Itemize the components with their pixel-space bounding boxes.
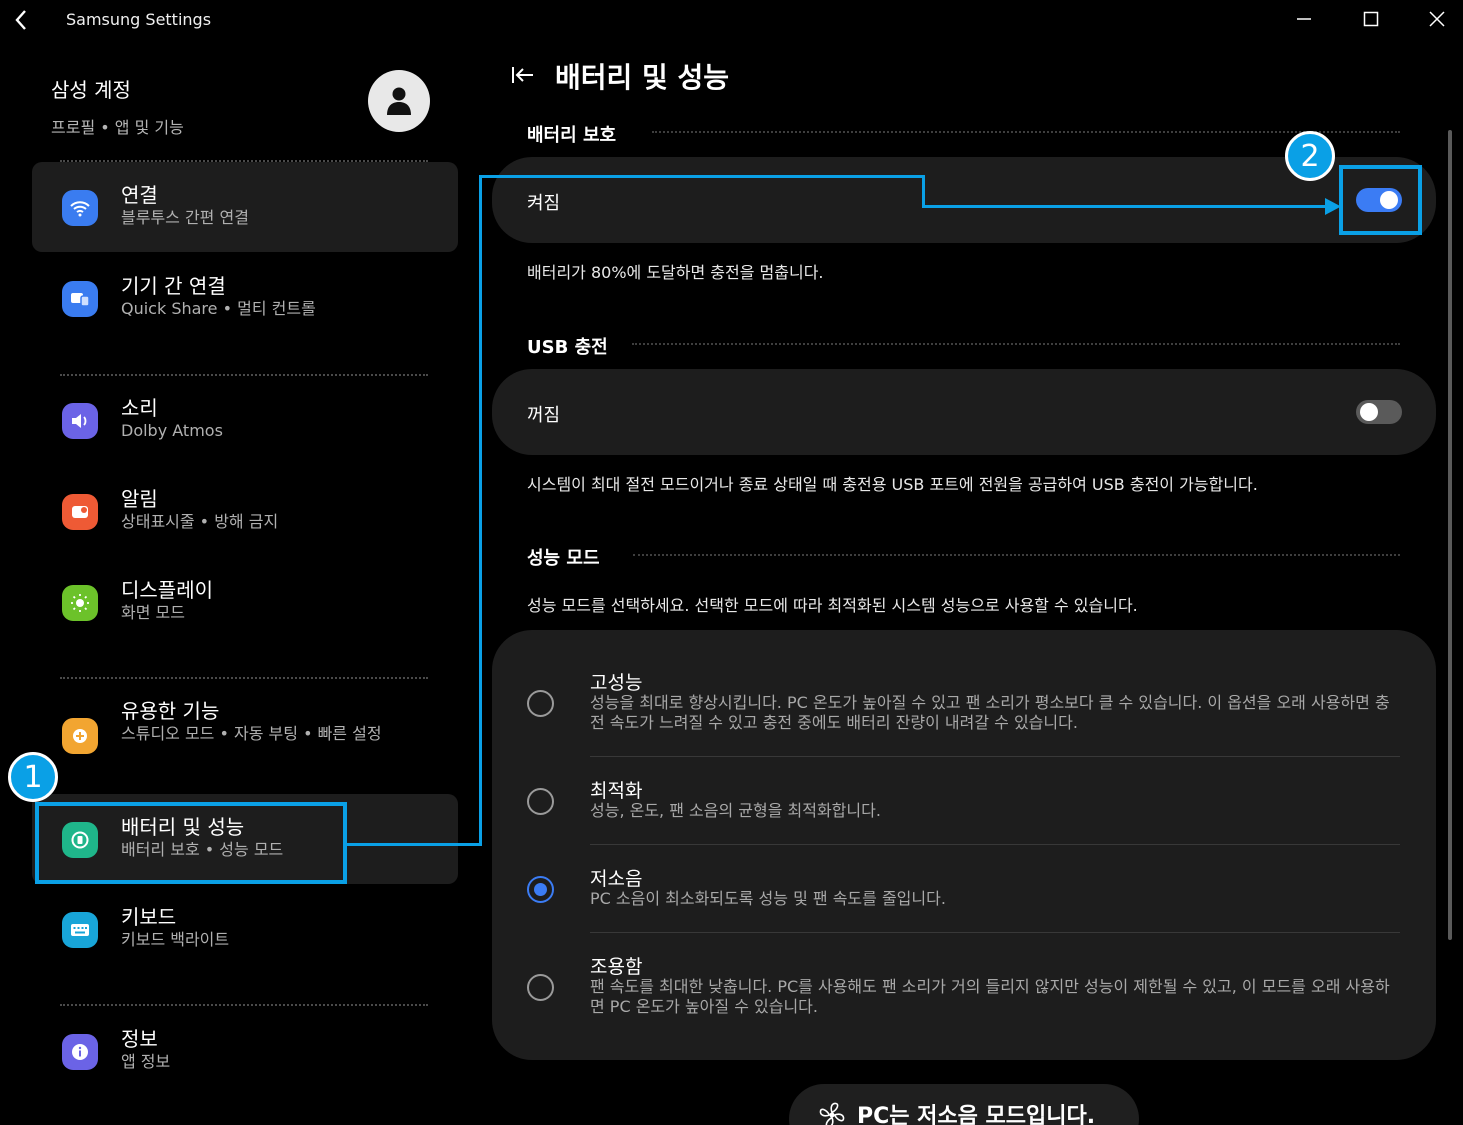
account-subtitle: 프로필 • 앱 및 기능 (51, 118, 184, 137)
usb-charging-toggle[interactable] (1356, 400, 1402, 424)
sidebar-item-label: 기기 간 연결 (121, 274, 226, 298)
gear-plus-icon (62, 718, 98, 754)
title-bar: Samsung Settings (0, 0, 1463, 42)
minimize-button[interactable] (1284, 4, 1324, 34)
mode-option-silent[interactable]: 조용함 팬 속도를 최대한 낮춥니다. PC를 사용해도 팬 소리가 거의 들리… (492, 933, 1436, 1048)
mode-radio[interactable] (527, 690, 554, 717)
close-button[interactable] (1417, 4, 1457, 34)
sidebar-item-sub: Dolby Atmos (121, 421, 223, 440)
battery-protection-status: 켜짐 (527, 193, 561, 214)
mode-radio[interactable] (527, 974, 554, 1001)
fan-icon (819, 1102, 845, 1125)
sidebar-item-sub: 스튜디오 모드 • 자동 부팅 • 빠른 설정 (121, 724, 382, 743)
sidebar-item-useful-features[interactable]: 유용한 기능 스튜디오 모드 • 자동 부팅 • 빠른 설정 (32, 678, 458, 768)
mode-description: 성능, 온도, 팬 소음의 균형을 최적화합니다. (590, 801, 881, 820)
sidebar-item-label: 정보 (121, 1027, 158, 1051)
sidebar-item-sub: 상태표시줄 • 방해 금지 (121, 512, 279, 531)
mode-radio[interactable] (527, 876, 554, 903)
sidebar-item-connections[interactable]: 연결 블루투스 간편 연결 (32, 162, 458, 252)
sidebar-item-label: 디스플레이 (121, 578, 213, 602)
annotation-highlight-box (35, 802, 347, 884)
maximize-button[interactable] (1351, 4, 1391, 34)
mode-description: PC 소음이 최소화되도록 성능 및 팬 속도를 줄입니다. (590, 889, 946, 908)
performance-mode-description: 성능 모드를 선택하세요. 선택한 모드에 따라 최적화된 시스템 성능으로 사… (527, 596, 1138, 615)
section-divider (652, 131, 1400, 133)
mode-title: 저소음 (590, 868, 643, 890)
brightness-icon (62, 585, 98, 621)
sidebar-item-sub: 키보드 백라이트 (121, 930, 230, 949)
performance-status-text: PC는 저소음 모드입니다. (857, 1104, 1096, 1125)
mode-title: 최적화 (590, 780, 643, 802)
sidebar-item-label: 소리 (121, 396, 158, 420)
sidebar-item-device-connect[interactable]: 기기 간 연결 Quick Share • 멀티 컨트롤 (32, 253, 458, 343)
annotation-marker-1: 1 (8, 752, 58, 802)
usb-charging-description: 시스템이 최대 절전 모드이거나 종료 상태일 때 충전용 USB 포트에 전원… (527, 475, 1258, 494)
annotation-connector (922, 205, 1328, 208)
sidebar-item-sub: 블루투스 간편 연결 (121, 208, 249, 227)
devices-icon (62, 281, 98, 317)
section-divider (633, 554, 1400, 556)
sidebar: 삼성 계정 프로필 • 앱 및 기능 연결 블루투스 간편 연결 기기 간 연결… (0, 42, 470, 1125)
sidebar-item-about[interactable]: 정보 앱 정보 (32, 1006, 458, 1096)
mode-option-optimized[interactable]: 최적화 성능, 온도, 팬 소음의 균형을 최적화합니다. (492, 757, 1436, 843)
sidebar-item-label: 연결 (121, 183, 158, 207)
app-title: Samsung Settings (66, 10, 212, 29)
mode-title: 조용함 (590, 956, 643, 978)
mode-option-low-noise[interactable]: 저소음 PC 소음이 최소화되도록 성능 및 팬 속도를 줄입니다. (492, 845, 1436, 931)
sidebar-item-label: 알림 (121, 487, 158, 511)
performance-status-pill: PC는 저소음 모드입니다. (789, 1084, 1139, 1125)
usb-charging-card[interactable]: 꺼짐 (492, 369, 1436, 455)
section-heading-usb-charging: USB 충전 (527, 337, 608, 358)
mode-radio[interactable] (527, 788, 554, 815)
avatar[interactable] (368, 70, 430, 132)
wifi-icon (62, 190, 98, 226)
section-divider (632, 343, 1400, 345)
annotation-highlight-box (1339, 165, 1422, 235)
sidebar-item-sound[interactable]: 소리 Dolby Atmos (32, 375, 458, 465)
collapse-sidebar-icon[interactable] (510, 62, 536, 88)
annotation-connector (347, 843, 482, 846)
speaker-icon (62, 403, 98, 439)
mode-option-high-performance[interactable]: 고성능 성능을 최대로 향상시킵니다. PC 온도가 높아질 수 있고 팬 소리… (492, 630, 1436, 745)
annotation-connector (479, 175, 482, 846)
section-heading-battery-protection: 배터리 보호 (527, 125, 617, 146)
annotation-connector (479, 175, 925, 178)
battery-protection-description: 배터리가 80%에 도달하면 충전을 멈춥니다. (527, 263, 824, 282)
mode-description: 성능을 최대로 향상시킵니다. PC 온도가 높아질 수 있고 팬 소리가 평소… (590, 693, 1390, 732)
account-section[interactable]: 삼성 계정 프로필 • 앱 및 기능 (51, 74, 184, 138)
sidebar-item-display[interactable]: 디스플레이 화면 모드 (32, 557, 458, 647)
sidebar-item-keyboard[interactable]: 키보드 키보드 백라이트 (32, 884, 458, 974)
back-icon[interactable] (8, 6, 34, 34)
scrollbar[interactable] (1448, 130, 1452, 940)
sidebar-item-notifications[interactable]: 알림 상태표시줄 • 방해 금지 (32, 466, 458, 556)
sidebar-item-label: 유용한 기능 (121, 699, 220, 723)
person-icon (387, 87, 411, 115)
usb-charging-status: 꺼짐 (527, 405, 561, 426)
info-icon (62, 1034, 98, 1070)
mode-title: 고성능 (590, 672, 643, 694)
annotation-connector (922, 175, 925, 208)
sidebar-item-sub: 화면 모드 (121, 603, 185, 622)
sidebar-item-sub: 앱 정보 (121, 1052, 171, 1071)
notification-icon (62, 494, 98, 530)
performance-mode-card: 고성능 성능을 최대로 향상시킵니다. PC 온도가 높아질 수 있고 팬 소리… (492, 630, 1436, 1060)
sidebar-item-label: 키보드 (121, 905, 177, 929)
account-name: 삼성 계정 (51, 78, 131, 102)
sidebar-item-sub: Quick Share • 멀티 컨트롤 (121, 299, 316, 318)
keyboard-icon (62, 912, 98, 948)
section-heading-performance-mode: 성능 모드 (527, 548, 600, 569)
annotation-marker-2: 2 (1285, 131, 1335, 181)
page-title: 배터리 및 성능 (555, 61, 730, 94)
mode-description: 팬 속도를 최대한 낮춥니다. PC를 사용해도 팬 소리가 거의 들리지 않지… (590, 977, 1390, 1016)
